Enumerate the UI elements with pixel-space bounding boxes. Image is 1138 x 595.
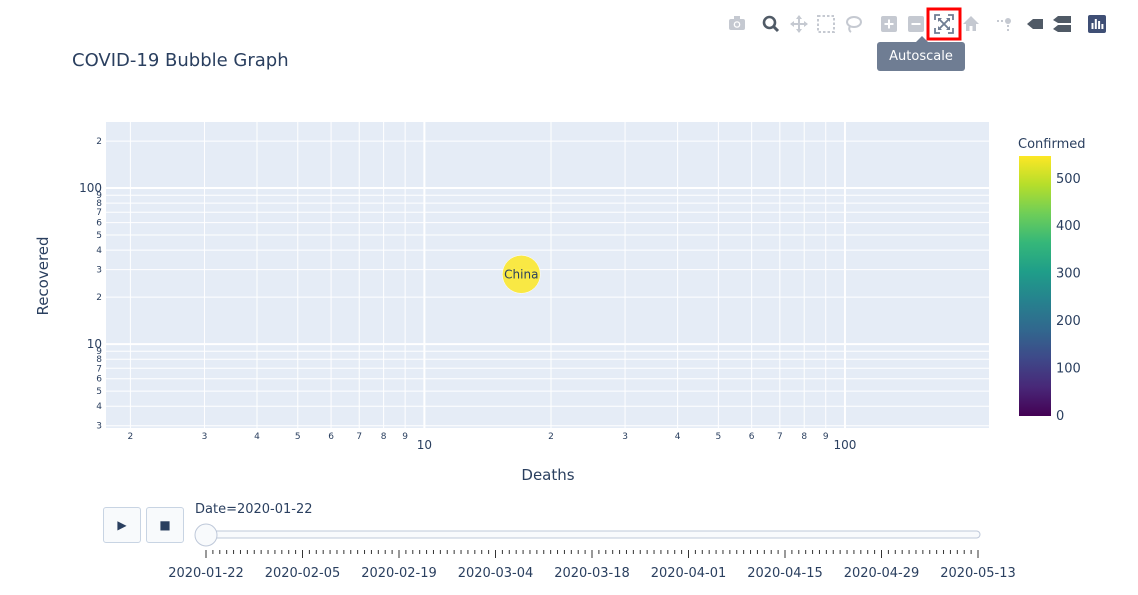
x-tick-label-major: 100 [834, 438, 857, 452]
chart-title: COVID-19 Bubble Graph [72, 50, 289, 71]
slider-tick-label: 2020-01-22 [168, 566, 244, 581]
zoom-in-icon[interactable] [881, 16, 897, 32]
play-button[interactable]: ▶ [103, 507, 141, 543]
y-tick-label-major: 10 [87, 337, 102, 351]
play-icon: ▶ [117, 518, 127, 532]
stop-button[interactable]: ■ [146, 507, 184, 543]
plot-area[interactable] [106, 122, 989, 428]
y-tick-label: 2 [96, 137, 102, 147]
colorbar-tick-label: 200 [1056, 314, 1081, 329]
y-tick-label: 5 [96, 231, 102, 241]
stop-icon: ■ [159, 518, 171, 532]
colorbar-title: Confirmed [1018, 137, 1086, 152]
x-tick-label: 3 [622, 432, 628, 442]
x-tick-label: 4 [254, 432, 260, 442]
y-tick-label: 7 [96, 364, 102, 374]
y-tick-label: 6 [96, 219, 102, 229]
y-tick-label: 4 [96, 402, 102, 412]
slider-tick-label: 2020-02-19 [361, 566, 437, 581]
y-tick-label: 7 [96, 208, 102, 218]
slider-tick-label: 2020-02-05 [265, 566, 341, 581]
x-tick-label: 8 [801, 432, 807, 442]
slider-tick-label: 2020-04-15 [747, 566, 823, 581]
x-axis-title: Deaths [521, 466, 574, 484]
x-tick-label-major: 10 [417, 438, 432, 452]
slider-tick-label: 2020-05-13 [940, 566, 1016, 581]
x-tick-label: 8 [381, 432, 387, 442]
bubble-label: China [504, 267, 538, 281]
y-tick-label: 4 [96, 246, 102, 256]
x-tick-label: 6 [749, 432, 755, 442]
y-tick-label: 3 [96, 422, 102, 432]
x-tick-label: 9 [823, 432, 829, 442]
colorbar-tick-label: 0 [1056, 409, 1064, 424]
data-points: China [502, 255, 541, 294]
x-tick-label: 7 [777, 432, 783, 442]
colorbar-tick-label: 100 [1056, 362, 1081, 377]
slider-tick-label: 2020-04-29 [844, 566, 920, 581]
slider-tick-label: 2020-04-01 [651, 566, 727, 581]
x-tick-label: 4 [675, 432, 681, 442]
slider-rail[interactable] [203, 530, 981, 539]
y-tick-label: 6 [96, 375, 102, 385]
x-tick-label: 6 [328, 432, 334, 442]
colorbar [1019, 156, 1051, 416]
slider-current-label: Date=2020-01-22 [195, 502, 313, 517]
x-tick-label: 7 [356, 432, 362, 442]
plotly-logo-icon[interactable] [1088, 15, 1106, 33]
colorbar-tick-label: 300 [1056, 267, 1081, 282]
y-tick-label: 2 [96, 293, 102, 303]
y-tick-label: 3 [96, 266, 102, 276]
colorbar-tick-label: 500 [1056, 172, 1081, 187]
slider-handle[interactable] [194, 523, 218, 547]
autoscale-tooltip: Autoscale [877, 36, 965, 71]
y-axis-title: Recovered [34, 236, 52, 315]
y-tick-label: 5 [96, 387, 102, 397]
colorbar-tick-label: 400 [1056, 219, 1081, 234]
zoom-out-icon[interactable] [908, 16, 924, 32]
chart-canvas: COVID-19 Bubble Graph 2 3 4 5 6 7 8 9 2 … [0, 0, 1138, 595]
x-tick-label: 5 [295, 432, 301, 442]
slider-tick-label: 2020-03-18 [554, 566, 630, 581]
y-tick-label-major: 100 [79, 181, 102, 195]
x-tick-label: 9 [402, 432, 408, 442]
x-tick-label: 2 [548, 432, 554, 442]
x-tick-label: 2 [128, 432, 134, 442]
slider-tick-label: 2020-03-04 [458, 566, 534, 581]
x-tick-label: 3 [202, 432, 208, 442]
x-tick-label: 5 [715, 432, 721, 442]
